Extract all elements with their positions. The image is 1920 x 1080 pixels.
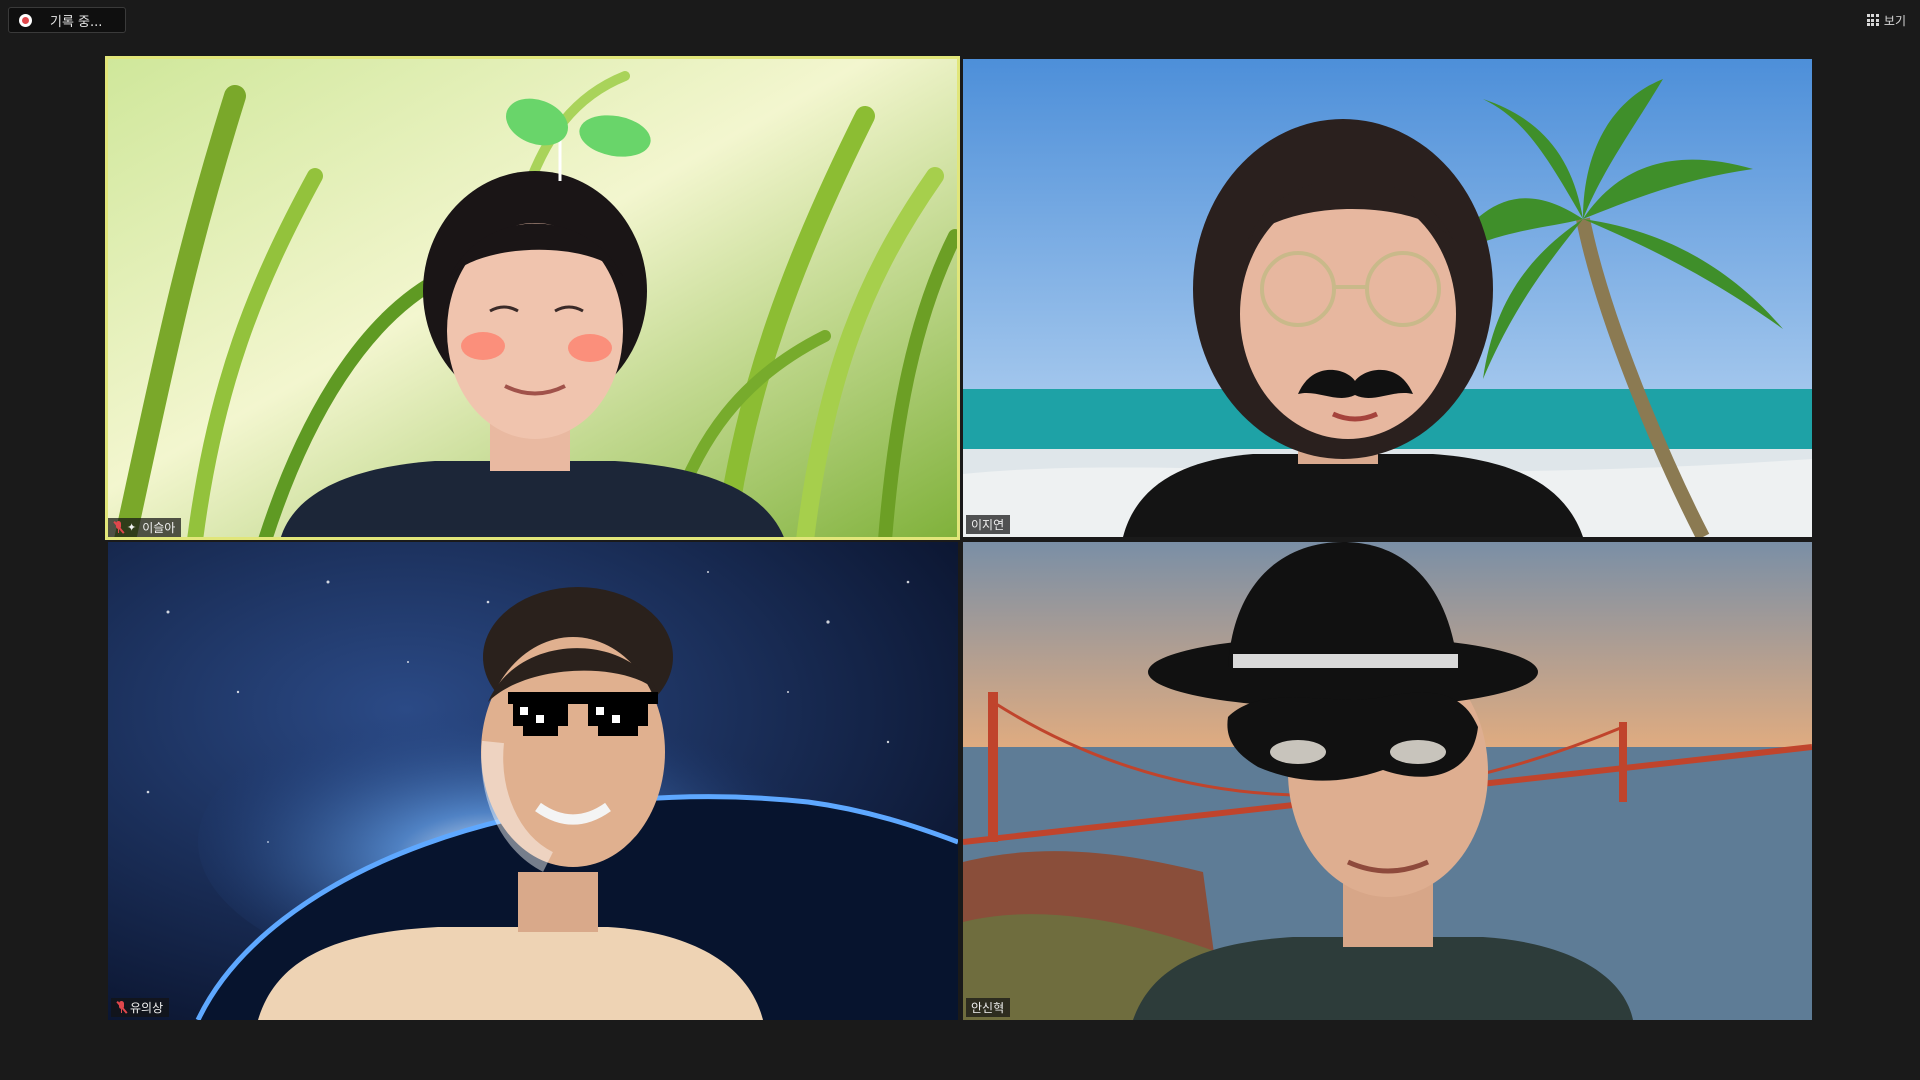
grid-icon: [1866, 14, 1879, 26]
participant-name: 안신혁: [971, 1001, 1005, 1015]
pin-icon: ✦: [127, 521, 137, 534]
view-button[interactable]: 보기: [1866, 9, 1906, 31]
video-tile-participant-4[interactable]: 안신혁: [963, 542, 1812, 1020]
view-label: 보기: [1883, 13, 1906, 28]
video-feed: [105, 56, 960, 540]
video-feed: [963, 542, 1812, 1020]
video-feed: [963, 59, 1812, 537]
participant-nametag: 안신혁: [966, 998, 1011, 1017]
participant-name: 이지연: [971, 518, 1005, 532]
video-feed: [108, 542, 958, 1020]
mic-muted-icon: [116, 1001, 128, 1014]
participant-name: 이슬아: [142, 521, 176, 535]
mic-muted-icon: [113, 521, 125, 534]
video-tile-participant-2[interactable]: 이지연: [963, 59, 1812, 537]
video-tile-participant-3[interactable]: 유의상: [108, 542, 958, 1020]
meeting-top-bar: 기록 중... 보기: [0, 0, 1920, 50]
video-tile-participant-1[interactable]: ✦ 이슬아: [105, 56, 960, 540]
participant-nametag: 이지연: [966, 515, 1011, 534]
participant-name: 유의상: [130, 1001, 164, 1015]
record-icon: [19, 13, 32, 27]
participant-nametag: 유의상: [111, 998, 170, 1017]
recording-label: 기록 중...: [50, 14, 103, 30]
participant-nametag: ✦ 이슬아: [108, 518, 182, 537]
recording-indicator[interactable]: 기록 중...: [8, 7, 126, 33]
